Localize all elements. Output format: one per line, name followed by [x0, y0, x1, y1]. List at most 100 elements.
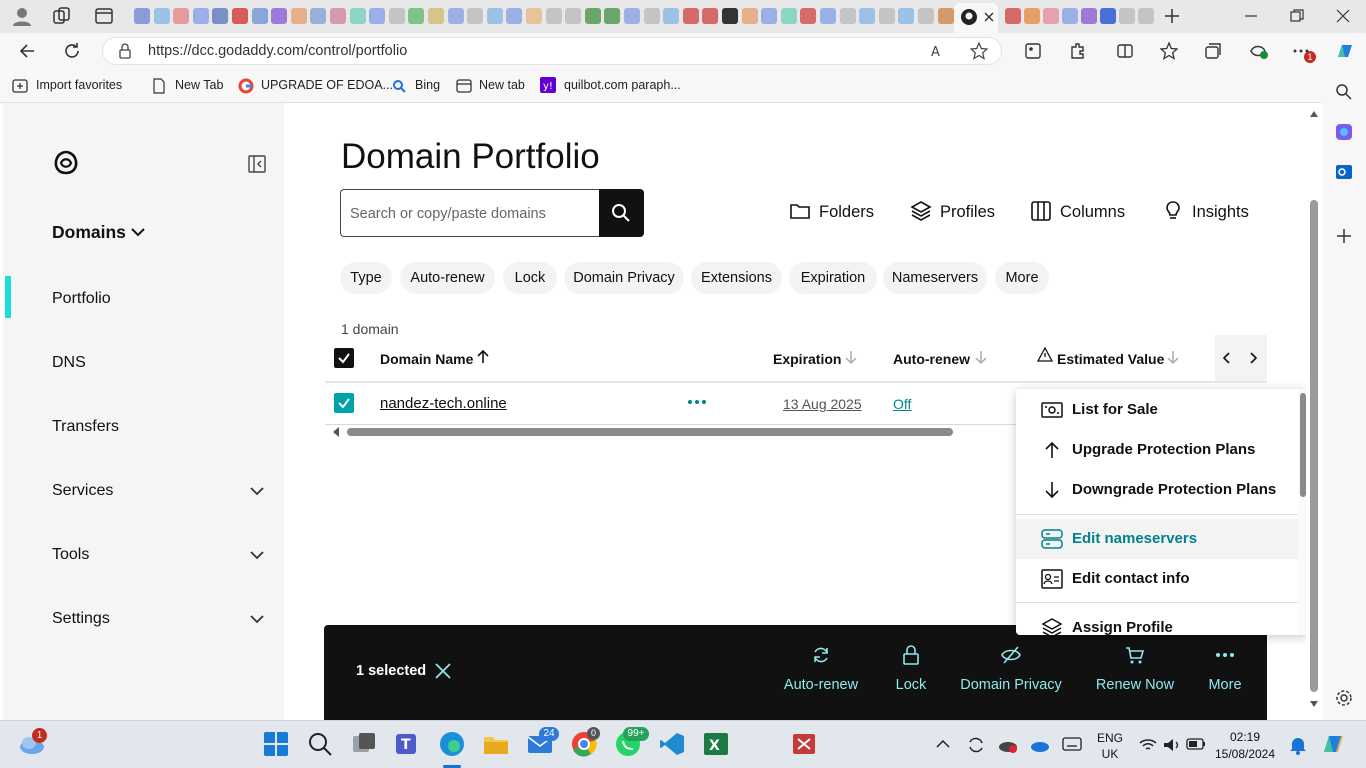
- sort-ascending-icon[interactable]: [476, 349, 490, 365]
- pinned-tab-icon[interactable]: [624, 8, 640, 24]
- pinned-tab-icon[interactable]: [134, 8, 150, 24]
- sidebar-item-dns[interactable]: DNS: [52, 354, 86, 372]
- image-icon[interactable]: [1024, 42, 1042, 60]
- pinned-tab-icon[interactable]: [937, 8, 954, 24]
- copilot-icon[interactable]: [1334, 41, 1356, 63]
- menu-item-list-for-sale[interactable]: List for Sale: [1016, 390, 1298, 430]
- pinned-tab-icon[interactable]: [878, 8, 895, 24]
- scroll-up-arrow-icon[interactable]: [1309, 110, 1319, 118]
- outlook-icon[interactable]: [1335, 163, 1353, 181]
- back-icon[interactable]: [18, 41, 38, 61]
- pinned-tab-icon[interactable]: [702, 8, 719, 24]
- chevron-down-icon[interactable]: [130, 224, 146, 240]
- expiration-date[interactable]: 13 Aug 2025: [783, 396, 862, 412]
- select-all-checkbox[interactable]: [334, 348, 354, 368]
- pinned-tab-icon[interactable]: [330, 8, 346, 24]
- wifi-icon[interactable]: [1138, 736, 1158, 754]
- clock-time[interactable]: 02:19: [1212, 730, 1278, 744]
- column-header-estimated-value[interactable]: Estimated Value: [1057, 351, 1164, 367]
- clear-selection-icon[interactable]: [434, 662, 452, 680]
- filter-chip-type[interactable]: Type: [340, 262, 392, 294]
- tab-actions-icon[interactable]: [95, 7, 113, 25]
- close-tab-icon[interactable]: [983, 11, 995, 23]
- scroll-left-arrow-icon[interactable]: [331, 426, 341, 438]
- filter-chip-auto-renew[interactable]: Auto-renew: [400, 262, 495, 294]
- pinned-tab-icon[interactable]: [741, 8, 758, 24]
- pinned-tab-icon[interactable]: [1005, 8, 1021, 24]
- snipping-tool-icon[interactable]: [791, 731, 817, 757]
- chevron-left-icon[interactable]: [1221, 351, 1233, 365]
- favorite-upgrade-edoa[interactable]: UPGRADE OF EDOA...: [261, 78, 393, 92]
- pinned-tab-icon[interactable]: [1024, 8, 1040, 24]
- favorites-icon[interactable]: [1160, 42, 1178, 60]
- favorite-new-tab[interactable]: New Tab: [175, 78, 223, 92]
- column-header-domain-name[interactable]: Domain Name: [380, 351, 473, 367]
- pinned-tab-icon[interactable]: [506, 8, 523, 24]
- sidebar-item-tools[interactable]: Tools: [52, 546, 89, 564]
- pinned-tab-icon[interactable]: [526, 8, 542, 24]
- pinned-tab-icon[interactable]: [898, 8, 915, 24]
- pinned-tab-icon[interactable]: [1043, 8, 1059, 24]
- column-header-auto-renew[interactable]: Auto-renew: [893, 351, 970, 367]
- pinned-tab-icon[interactable]: [153, 8, 170, 24]
- volume-icon[interactable]: [1162, 736, 1182, 754]
- profile-icon[interactable]: [12, 6, 32, 26]
- domains-section-heading[interactable]: Domains: [52, 222, 126, 243]
- row-more-icon[interactable]: [687, 399, 707, 405]
- filter-chip-nameservers[interactable]: Nameservers: [883, 262, 987, 294]
- sidebar-item-services[interactable]: Services: [52, 482, 113, 500]
- edge-icon[interactable]: [439, 731, 465, 757]
- pinned-tab-icon[interactable]: [428, 8, 444, 24]
- pinned-tab-icon[interactable]: [859, 8, 876, 24]
- pinned-tab-icon[interactable]: [800, 8, 817, 24]
- pinned-tab-icon[interactable]: [369, 8, 386, 24]
- excel-icon[interactable]: X: [703, 731, 729, 757]
- pinned-tab-icon[interactable]: [251, 8, 268, 24]
- keyboard-icon[interactable]: [1062, 737, 1082, 751]
- menu-item-edit-nameservers[interactable]: Edit nameservers: [1016, 519, 1298, 559]
- pinned-tab-icon[interactable]: [349, 8, 366, 24]
- pinned-tab-icon[interactable]: [565, 8, 582, 24]
- sort-icon[interactable]: [1166, 349, 1180, 365]
- menu-item-edit-contact[interactable]: Edit contact info: [1016, 559, 1298, 599]
- pinned-tab-icon[interactable]: [663, 8, 680, 24]
- pinned-tab-icon[interactable]: [467, 8, 484, 24]
- copilot-sidebar-icon[interactable]: [1335, 123, 1353, 141]
- pinned-tab-icon[interactable]: [820, 8, 836, 24]
- pinned-tab-icon[interactable]: [212, 8, 229, 24]
- cloud-icon[interactable]: [1030, 736, 1050, 754]
- pinned-tab-icon[interactable]: [780, 8, 797, 24]
- row-checkbox[interactable]: [334, 393, 354, 413]
- clock-date[interactable]: 15/08/2024: [1212, 747, 1278, 761]
- menu-item-upgrade-protection[interactable]: Upgrade Protection Plans: [1016, 430, 1298, 470]
- sidebar-item-settings[interactable]: Settings: [52, 610, 110, 628]
- pinned-tab-icon[interactable]: [192, 8, 209, 24]
- pinned-tab-icon[interactable]: [722, 8, 738, 24]
- pinned-tab-icon[interactable]: [310, 8, 327, 24]
- pinned-tab-icon[interactable]: [682, 8, 699, 24]
- pinned-tab-icon[interactable]: [1138, 8, 1154, 24]
- auto-renew-status[interactable]: Off: [893, 396, 911, 412]
- url-text[interactable]: https://dcc.godaddy.com/control/portfoli…: [148, 43, 407, 59]
- chevron-right-icon[interactable]: [1247, 351, 1259, 365]
- pinned-tab-icon[interactable]: [486, 8, 503, 24]
- sidebar-settings-icon[interactable]: [1335, 689, 1353, 707]
- teams-icon[interactable]: T: [395, 731, 421, 757]
- scroll-down-arrow-icon[interactable]: [1309, 700, 1319, 708]
- pinned-tab-icon[interactable]: [918, 8, 934, 24]
- godaddy-logo-icon[interactable]: [51, 149, 81, 177]
- favorite-quillbot[interactable]: quilbot.com paraph...: [564, 78, 681, 92]
- favorite-star-icon[interactable]: [970, 42, 988, 60]
- pinned-tab-icon[interactable]: [388, 8, 405, 24]
- pinned-tab-icon[interactable]: [1081, 8, 1097, 24]
- split-screen-icon[interactable]: [1116, 42, 1134, 60]
- lock-icon[interactable]: [118, 43, 132, 59]
- settings-chevron-down-icon[interactable]: [249, 611, 265, 627]
- add-sidebar-app-icon[interactable]: [1335, 227, 1353, 245]
- favorite-bing[interactable]: Bing: [415, 78, 440, 92]
- pinned-tab-icon[interactable]: [1100, 8, 1116, 24]
- pinned-tab-icon[interactable]: [408, 8, 425, 24]
- menu-item-assign-profile[interactable]: Assign Profile: [1016, 608, 1298, 635]
- close-window-icon[interactable]: [1336, 9, 1350, 23]
- column-header-expiration[interactable]: Expiration: [773, 351, 841, 367]
